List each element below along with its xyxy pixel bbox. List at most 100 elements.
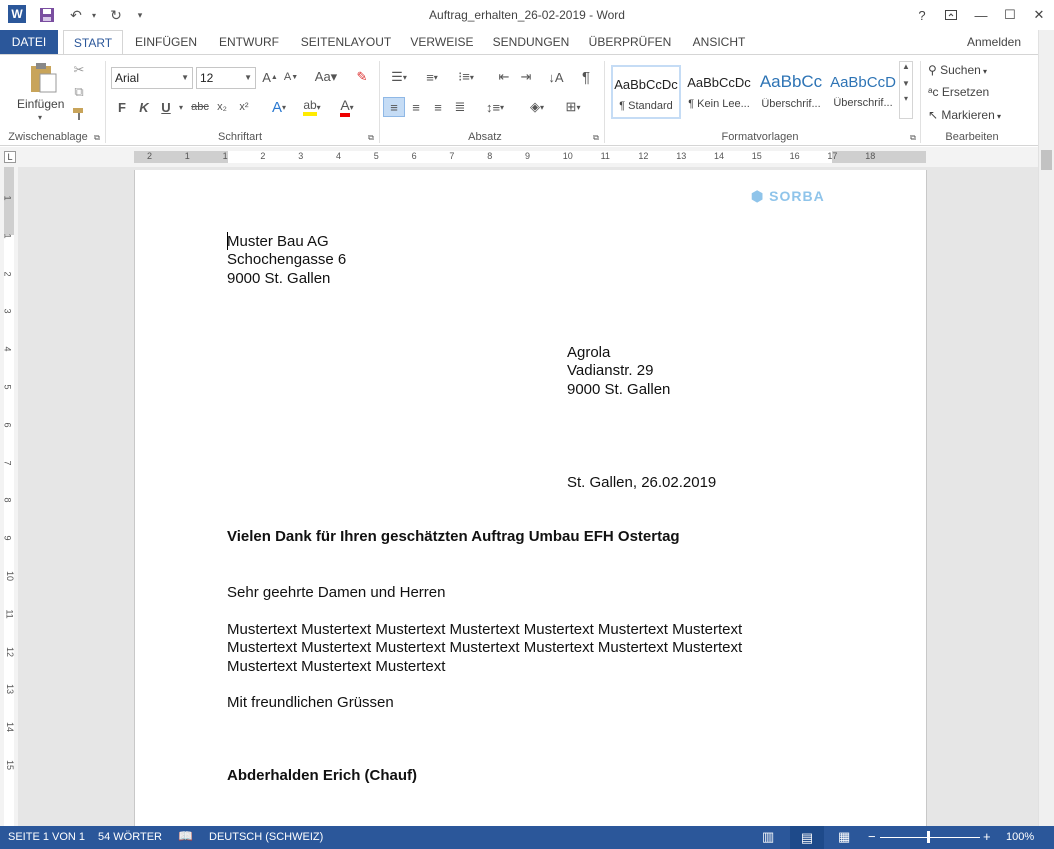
subscript-icon[interactable]: x₂: [214, 97, 230, 117]
align-right-icon[interactable]: ≡: [428, 97, 448, 117]
sender-city[interactable]: 9000 St. Gallen: [227, 270, 330, 289]
copy-icon[interactable]: ⧉: [70, 83, 88, 101]
align-center-icon[interactable]: ≡: [406, 97, 426, 117]
font-color-icon[interactable]: A ▾: [333, 97, 361, 117]
scroll-up-icon[interactable]: ▲: [900, 62, 912, 71]
line-spacing-icon[interactable]: ↕≡ ▾: [480, 97, 510, 117]
shading-icon[interactable]: ◈ ▾: [522, 97, 552, 117]
superscript-icon[interactable]: x²: [236, 97, 252, 117]
underline-icon[interactable]: U: [158, 97, 174, 117]
vertical-scrollbar[interactable]: [1038, 30, 1054, 826]
styles-more-icon[interactable]: ▾: [900, 94, 912, 103]
shrink-font-icon[interactable]: A ▼: [283, 67, 299, 87]
maximize-button[interactable]: ☐: [996, 4, 1024, 26]
strikethrough-icon[interactable]: abc: [189, 97, 211, 117]
bullets-icon[interactable]: ☰ ▾: [385, 67, 413, 87]
tab-mailings[interactable]: SENDUNGEN: [488, 30, 574, 54]
ribbon-display-button[interactable]: [937, 4, 965, 26]
clear-formatting-icon[interactable]: ✎: [352, 67, 372, 87]
read-mode-icon[interactable]: ▥: [762, 829, 774, 845]
sender-street[interactable]: Schochengasse 6: [227, 251, 346, 270]
italic-icon[interactable]: K: [136, 97, 152, 117]
tab-file[interactable]: DATEI: [0, 30, 58, 54]
sender-name[interactable]: Muster Bau AG: [227, 233, 329, 252]
zoom-slider-thumb[interactable]: [927, 831, 930, 843]
change-case-icon[interactable]: Aa▾: [311, 67, 341, 87]
multilevel-list-icon[interactable]: ⁝≡ ▾: [451, 67, 481, 87]
document-canvas[interactable]: ⬢ SORBA Muster Bau AG Schochengasse 6 90…: [18, 167, 1038, 826]
select-button[interactable]: ↖ Markieren ▾: [928, 108, 1001, 122]
style-no-spacing[interactable]: AaBbCcDc ¶ Kein Lee...: [684, 65, 754, 119]
style-heading-1[interactable]: AaBbCc Überschrif...: [756, 65, 826, 119]
document-page[interactable]: ⬢ SORBA Muster Bau AG Schochengasse 6 90…: [134, 170, 927, 826]
tab-start[interactable]: START: [63, 30, 123, 55]
closing[interactable]: Mit freundlichen Grüssen: [227, 694, 394, 713]
increase-indent-icon[interactable]: ⇥: [516, 67, 536, 87]
font-launcher-icon[interactable]: ⧉: [366, 133, 376, 143]
proofing-icon[interactable]: 📖: [178, 829, 193, 843]
language[interactable]: DEUTSCH (SCHWEIZ): [209, 831, 323, 843]
borders-icon[interactable]: ⊞ ▾: [558, 97, 588, 117]
font-name-combo[interactable]: Arial ▼: [111, 67, 193, 89]
replace-button[interactable]: ᵃc Ersetzen: [928, 85, 989, 99]
paragraph-launcher-icon[interactable]: ⧉: [591, 133, 601, 143]
recipient-street[interactable]: Vadianstr. 29: [567, 362, 653, 381]
ruler-number: 17: [827, 151, 838, 161]
sort-icon[interactable]: ↓A: [546, 67, 566, 87]
tab-view[interactable]: ANSICHT: [686, 30, 752, 54]
cut-icon[interactable]: ✂: [70, 61, 88, 79]
signature[interactable]: Abderhalden Erich (Chauf): [227, 767, 417, 786]
tab-selector-icon[interactable]: L: [4, 151, 16, 163]
scrollbar-thumb[interactable]: [1041, 150, 1052, 170]
salutation[interactable]: Sehr geehrte Damen und Herren: [227, 584, 445, 603]
zoom-in-icon[interactable]: +: [983, 829, 991, 844]
underline-dropdown-icon[interactable]: ▾: [176, 97, 186, 117]
show-marks-icon[interactable]: ¶: [576, 67, 596, 87]
decrease-indent-icon[interactable]: ⇤: [494, 67, 514, 87]
zoom-level[interactable]: 100%: [1006, 831, 1034, 843]
tab-design[interactable]: ENTWURF: [214, 30, 284, 54]
zoom-slider-track[interactable]: [880, 837, 980, 838]
tab-page-layout[interactable]: SEITENLAYOUT: [296, 30, 396, 54]
body-line[interactable]: Mustertext Mustertext Mustertext Mustert…: [227, 621, 742, 640]
font-size-combo[interactable]: 12 ▼: [196, 67, 256, 89]
paste-dropdown-icon[interactable]: ▾: [38, 113, 42, 122]
body-line[interactable]: Mustertext Mustertext Mustertext Mustert…: [227, 639, 742, 658]
body-line[interactable]: Mustertext Mustertext Mustertext: [227, 658, 445, 677]
vertical-ruler[interactable]: 1 1 2 3 4 5 6 7 8 9 10 11 12 13 14 15: [0, 167, 18, 826]
clipboard-launcher-icon[interactable]: ⧉: [92, 133, 102, 143]
align-left-icon[interactable]: ≡: [383, 97, 405, 117]
tab-references[interactable]: VERWEISE: [406, 30, 478, 54]
zoom-out-icon[interactable]: −: [868, 829, 876, 844]
styles-launcher-icon[interactable]: ⧉: [908, 133, 918, 143]
close-button[interactable]: ✕: [1025, 4, 1053, 26]
grow-font-icon[interactable]: A ▲: [262, 67, 278, 87]
format-painter-icon[interactable]: [70, 105, 88, 123]
paste-icon[interactable]: [26, 61, 60, 95]
letter-date[interactable]: St. Gallen, 26.02.2019: [567, 474, 716, 493]
tab-review[interactable]: ÜBERPRÜFEN: [586, 30, 674, 54]
styles-scroll[interactable]: ▲ ▼ ▾: [899, 61, 913, 119]
word-count[interactable]: 54 WÖRTER: [98, 831, 162, 843]
numbering-icon[interactable]: ≡ ▾: [418, 67, 446, 87]
highlight-icon[interactable]: ab ▾: [298, 97, 326, 117]
minimize-button[interactable]: —: [967, 4, 995, 26]
signin-link[interactable]: Anmelden: [960, 30, 1028, 54]
tab-insert[interactable]: EINFÜGEN: [130, 30, 202, 54]
web-layout-icon[interactable]: ▦: [838, 829, 850, 845]
recipient-city[interactable]: 9000 St. Gallen: [567, 381, 670, 400]
print-layout-icon[interactable]: ▤: [790, 826, 824, 849]
letter-subject[interactable]: Vielen Dank für Ihren geschätzten Auftra…: [227, 528, 680, 547]
justify-icon[interactable]: ≣: [450, 97, 470, 117]
scroll-down-icon[interactable]: ▼: [900, 79, 912, 88]
bold-icon[interactable]: F: [114, 97, 130, 117]
style-standard[interactable]: AaBbCcDc ¶ Standard: [611, 65, 681, 119]
recipient-name[interactable]: Agrola: [567, 344, 610, 363]
paste-label[interactable]: Einfügen: [17, 97, 64, 111]
text-effects-icon[interactable]: A ▾: [266, 97, 292, 117]
horizontal-ruler[interactable]: L 2 1 1 2 3 4 5 6 7 8 9 10 11 12 13 14 15 16 17 18: [0, 147, 1054, 167]
style-heading-2[interactable]: AaBbCcD Überschrif...: [828, 65, 898, 119]
help-button[interactable]: ?: [908, 4, 936, 26]
page-count[interactable]: SEITE 1 VON 1: [8, 831, 85, 843]
find-button[interactable]: ⚲ Suchen ▾: [928, 63, 987, 77]
